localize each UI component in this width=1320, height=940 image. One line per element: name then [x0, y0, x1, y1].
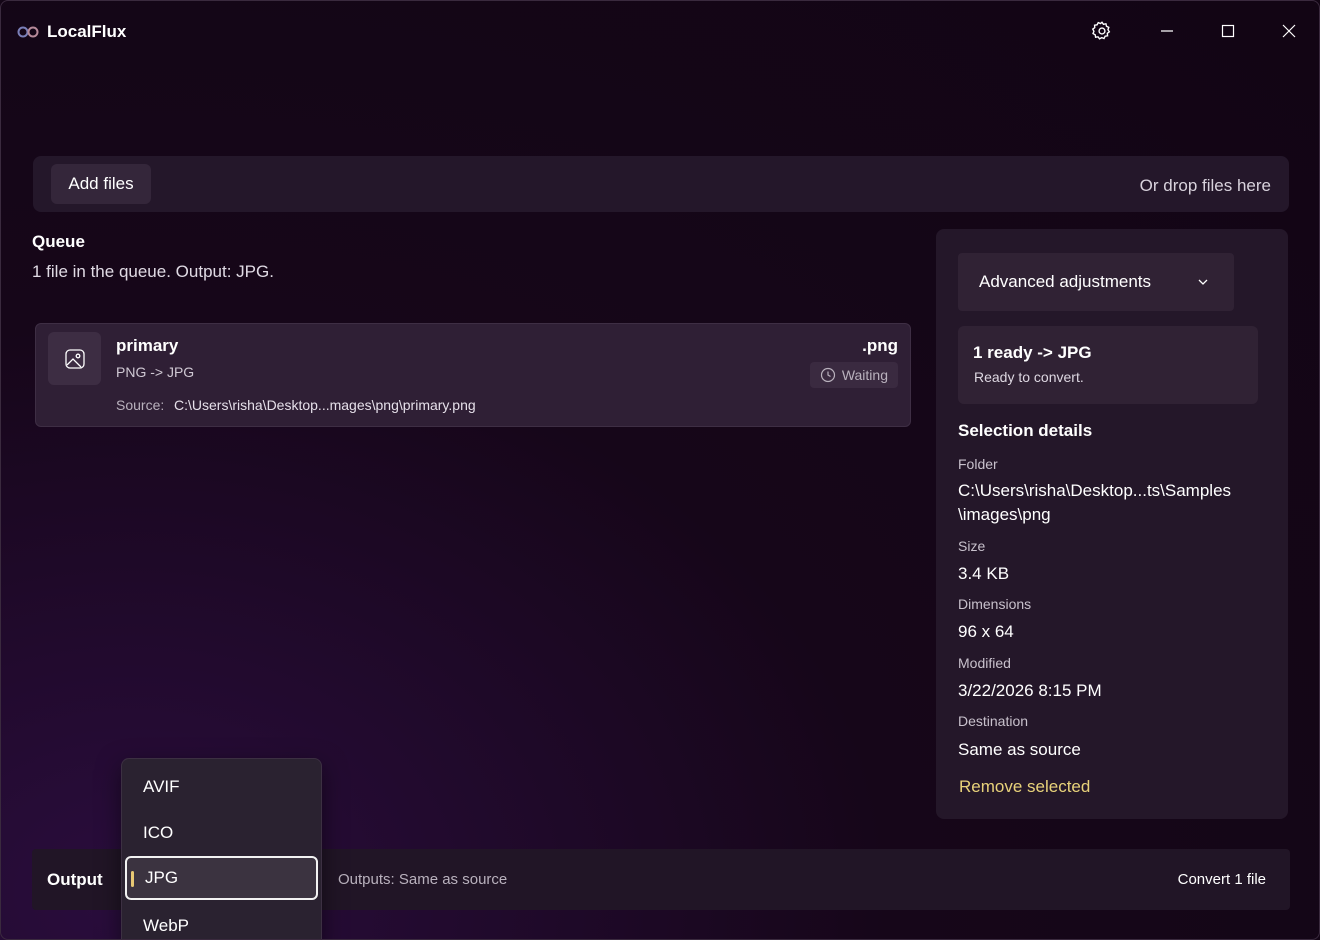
minimize-button[interactable]	[1150, 15, 1184, 47]
image-icon	[64, 348, 85, 369]
maximize-icon	[1221, 24, 1235, 38]
queue-title: Queue	[32, 232, 85, 251]
destination-label: Destination	[958, 713, 1029, 729]
app-window: LocalFlux Add files Or drop files here Q…	[0, 0, 1320, 940]
minimize-icon	[1161, 30, 1173, 32]
app-title: LocalFlux	[47, 22, 127, 41]
ready-title: 1 ready -> JPG	[973, 343, 1092, 362]
folder-value-line1: C:\Users\risha\Desktop...ts\Samples	[958, 481, 1232, 500]
file-drop-zone[interactable]: Add files Or drop files here	[33, 156, 1289, 212]
destination-value: Same as source	[958, 740, 1081, 759]
file-thumbnail	[48, 332, 101, 385]
size-label: Size	[958, 538, 986, 554]
ready-summary-card: 1 ready -> JPG Ready to convert.	[958, 326, 1258, 404]
modified-value: 3/22/2026 8:15 PM	[958, 681, 1102, 700]
add-files-button[interactable]: Add files	[51, 164, 151, 204]
dimensions-value: 96 x 64	[958, 622, 1014, 641]
ready-subtitle: Ready to convert.	[974, 369, 1084, 385]
format-option-jpg[interactable]: JPG	[125, 856, 318, 900]
modified-label: Modified	[958, 655, 1011, 671]
maximize-button[interactable]	[1211, 15, 1245, 47]
title-bar: LocalFlux	[1, 1, 1319, 61]
status-text: Waiting	[841, 367, 888, 383]
format-option-ico[interactable]: ICO	[125, 811, 318, 855]
convert-button[interactable]: Convert 1 file	[1178, 871, 1266, 888]
close-button[interactable]	[1272, 15, 1306, 47]
format-option-jpg-label: JPG	[145, 868, 179, 887]
selection-indicator	[131, 871, 134, 887]
file-extension: .png	[862, 336, 898, 355]
folder-label: Folder	[958, 456, 998, 472]
format-option-webp[interactable]: WebP	[125, 904, 318, 939]
file-source-label: Source:	[116, 397, 165, 413]
gear-icon	[1091, 21, 1111, 40]
format-dropdown-menu: AVIF ICO JPG WebP	[121, 758, 322, 939]
side-panel: Advanced adjustments 1 ready -> JPG Read…	[936, 229, 1288, 819]
file-source-path: C:\Users\risha\Desktop...mages\png\prima…	[174, 397, 476, 413]
chevron-down-icon	[1198, 279, 1208, 285]
remove-selected-link[interactable]: Remove selected	[959, 777, 1090, 797]
settings-button[interactable]	[1085, 15, 1119, 47]
file-conversion: PNG -> JPG	[116, 364, 195, 380]
queue-summary: 1 file in the queue. Output: JPG.	[32, 262, 274, 281]
file-name: primary	[116, 336, 179, 355]
status-badge: Waiting	[809, 362, 898, 388]
folder-value-line2: \images\png	[958, 505, 1051, 524]
format-option-avif[interactable]: AVIF	[125, 765, 318, 809]
close-icon	[1282, 24, 1296, 38]
dimensions-label: Dimensions	[958, 596, 1032, 612]
app-logo-icon	[17, 26, 39, 38]
selection-details-title: Selection details	[958, 421, 1093, 440]
queue-item[interactable]: primary PNG -> JPG Source: C:\Users\rish…	[35, 323, 911, 427]
output-label: Output	[47, 870, 103, 889]
size-value: 3.4 KB	[958, 564, 1010, 583]
drop-hint-text: Or drop files here	[1139, 176, 1271, 195]
outputs-info: Outputs: Same as source	[338, 871, 508, 888]
advanced-adjustments-label: Advanced adjustments	[979, 272, 1151, 291]
clock-icon	[820, 367, 835, 383]
advanced-adjustments-button[interactable]: Advanced adjustments	[958, 253, 1234, 311]
